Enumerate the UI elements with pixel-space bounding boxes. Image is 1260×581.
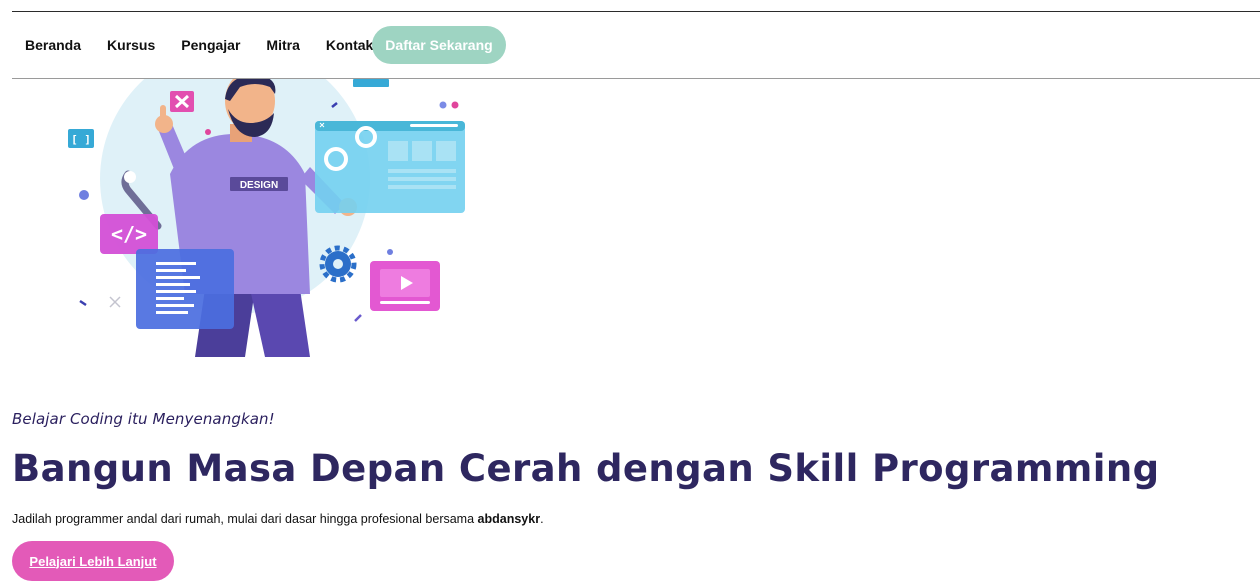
hero-headline: Bangun Masa Depan Cerah dengan Skill Pro…: [12, 447, 1160, 490]
hero-tagline: Belajar Coding itu Menyenangkan!: [12, 410, 275, 428]
hero-illustration: [ ] DESIGN </>: [60, 79, 480, 357]
person-finger: [160, 105, 166, 119]
code-window-icon: [136, 249, 234, 329]
register-button[interactable]: Daftar Sekarang: [372, 26, 506, 64]
hero-lead: Jadilah programmer andal dari rumah, mul…: [12, 512, 544, 526]
dot-decoration: [205, 129, 211, 135]
nav-link-beranda[interactable]: Beranda: [25, 37, 81, 53]
nav-link-kontak[interactable]: Kontak: [326, 37, 373, 53]
dot-decoration: [451, 101, 459, 109]
nav-link-pengajar[interactable]: Pengajar: [181, 37, 240, 53]
bracket-text: [ ]: [71, 133, 91, 146]
dot-decoration: [79, 190, 89, 200]
shirt-label-text: DESIGN: [240, 180, 278, 191]
nav-link-kursus[interactable]: Kursus: [107, 37, 155, 53]
dash-decoration: [354, 314, 362, 322]
dot-decoration: [387, 249, 393, 255]
play-icon: [370, 261, 440, 311]
cut-badge: [353, 79, 389, 87]
learn-more-button[interactable]: Pelajari Lebih Lanjut: [12, 541, 174, 581]
lead-brand: abdansykr: [477, 512, 541, 526]
navbar: Beranda Kursus Pengajar Mitra Kontak Daf…: [12, 12, 1260, 79]
x-decoration: [109, 296, 121, 308]
lead-text: Jadilah programmer andal dari rumah, mul…: [12, 512, 478, 526]
lead-suffix: .: [540, 512, 544, 526]
person-leg: [250, 289, 310, 357]
code-tag-text: </>: [111, 222, 147, 246]
bracket-badge: [ ]: [68, 129, 94, 148]
code-tag-badge: </>: [100, 214, 158, 254]
dash-decoration: [79, 299, 87, 307]
nav-menu: Beranda Kursus Pengajar Mitra Kontak: [12, 12, 373, 78]
nav-link-mitra[interactable]: Mitra: [266, 37, 299, 53]
dot-decoration: [439, 101, 447, 109]
browser-window-icon: [315, 121, 465, 213]
x-icon: [170, 91, 194, 112]
